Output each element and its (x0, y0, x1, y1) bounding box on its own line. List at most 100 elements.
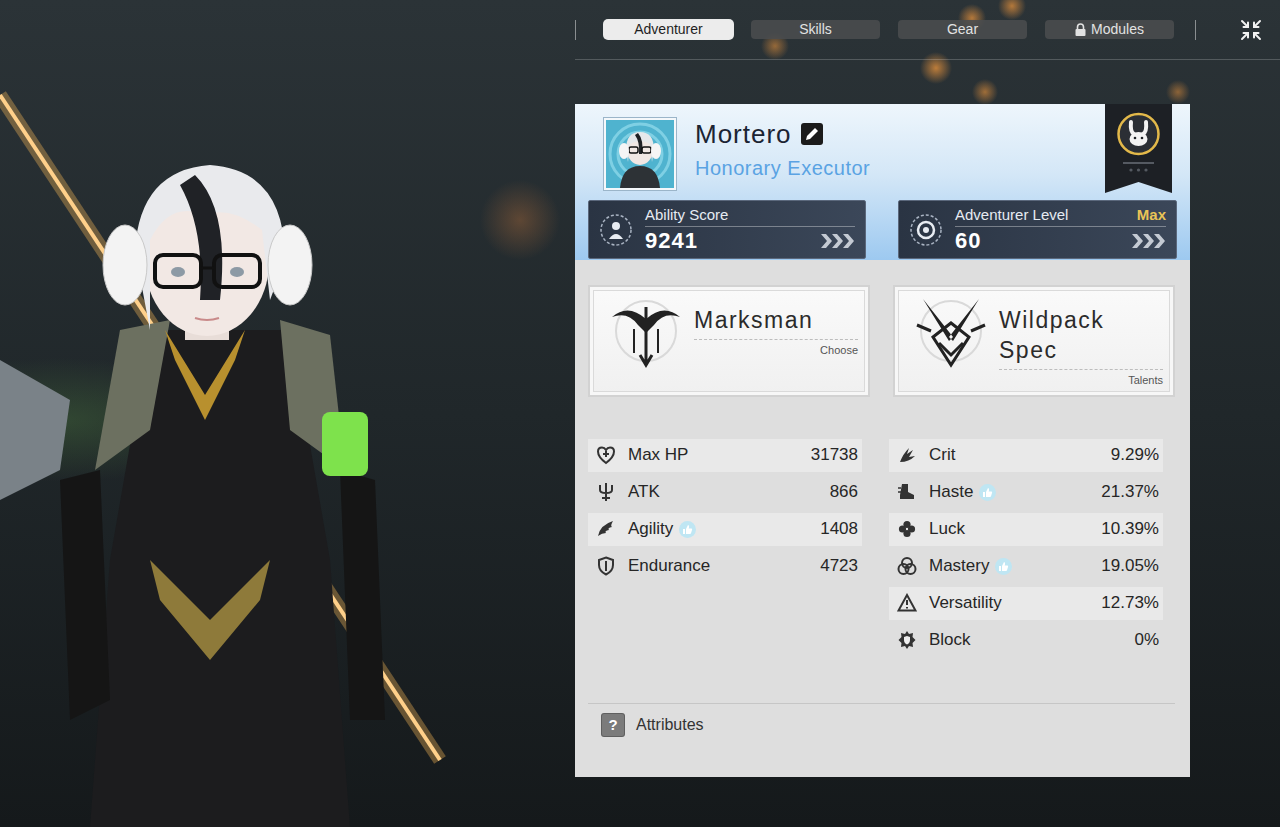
tab-label: Skills (799, 21, 832, 38)
shield-icon (596, 556, 616, 576)
class-card[interactable]: Marksman Choose (588, 285, 870, 397)
separator (1195, 20, 1196, 40)
stat-icon (596, 519, 616, 539)
stat-icon (596, 556, 616, 576)
tab[interactable]: Skills (751, 20, 880, 39)
stats-column: Max HP 31738 ATK 866 Agility 1408 Endurance 472… (588, 439, 862, 661)
recommended-icon (995, 558, 1012, 575)
tab-bar: Adventurer Skills Gear Modules (604, 20, 1174, 39)
stat-icon (897, 556, 917, 576)
stat-label: Haste (929, 479, 973, 505)
collapse-icon (1240, 19, 1262, 41)
stat-label: Versatility (929, 590, 1002, 616)
stats-area: Max HP 31738 ATK 866 Agility 1408 Endurance 472… (588, 439, 1175, 661)
stat-label: ATK (628, 479, 660, 505)
stat-value: 866 (830, 479, 858, 505)
character-figure-icon (0, 0, 575, 827)
stat-label: Block (929, 627, 971, 653)
attributes-label: Attributes (636, 714, 704, 736)
help-icon: ? (602, 714, 624, 736)
stat-value: 31738 (811, 442, 858, 468)
rank-banner[interactable] (1105, 104, 1172, 193)
stat-row: Versatility12.73% (889, 587, 1163, 620)
player-name: Mortero (695, 118, 792, 150)
stat-row: Crit 9.29% (889, 439, 1163, 472)
stat-value: 10.39% (1101, 516, 1159, 542)
class-text: Marksman Choose (694, 293, 858, 389)
stat-label: Max HP (628, 442, 688, 468)
stat-row: ATK 866 (588, 476, 862, 509)
rename-button[interactable] (800, 122, 824, 146)
recommended-mark (979, 484, 996, 501)
stat-icon (897, 482, 917, 502)
class-name: Wildpack Spec (999, 305, 1163, 365)
stat-icon (897, 445, 917, 465)
stats-column: Crit 9.29% Haste21.37% Luck 10.39% Mastery 19.… (889, 439, 1163, 661)
stat-value: 1408 (820, 516, 858, 542)
trident-icon (596, 482, 616, 502)
stat-value: 9.29% (1111, 442, 1159, 468)
adventurer-panel: Mortero Honorary Executor (575, 104, 1190, 777)
tab[interactable]: Adventurer (604, 20, 733, 39)
attributes-link[interactable]: ? Attributes (588, 703, 1175, 777)
chevrons-icon (821, 234, 855, 248)
bow-emblem-icon (598, 293, 694, 369)
tab[interactable]: Gear (898, 20, 1027, 39)
class-row: Marksman Choose Wildpack Spec Talents (588, 285, 1175, 397)
stat-label: Agility (628, 516, 673, 542)
stat-label: Crit (929, 442, 955, 468)
recommended-icon (979, 484, 996, 501)
level-box[interactable]: Adventurer Level Max 60 (898, 200, 1177, 259)
class-name: Marksman (694, 305, 858, 335)
stat-row: Block 0% (889, 624, 1163, 657)
wing-icon (596, 519, 616, 539)
stat-label: Luck (929, 516, 965, 542)
boot-icon (897, 482, 917, 502)
recommended-mark (995, 558, 1012, 575)
stat-row: Agility 1408 (588, 513, 862, 546)
stat-value: 19.05% (1101, 553, 1159, 579)
class-emblem (903, 293, 999, 369)
stat-value: 0% (1134, 627, 1159, 653)
ability-score-label: Ability Score (645, 205, 855, 227)
recommended-icon (679, 521, 696, 538)
recommended-mark (679, 521, 696, 538)
claw-icon (897, 445, 917, 465)
stat-label: Mastery (929, 553, 989, 579)
portrait-icon (606, 120, 674, 188)
ability-emblem-icon (599, 213, 633, 247)
lock-slot (1075, 23, 1086, 36)
stat-row: Haste21.37% (889, 476, 1163, 509)
stat-label: Endurance (628, 553, 710, 579)
stat-value: 4723 (820, 553, 858, 579)
tab-label: Adventurer (634, 21, 702, 38)
stat-icon (897, 630, 917, 650)
shield-burst-icon (897, 630, 917, 650)
crossed-blades-emblem-icon (903, 293, 999, 369)
rabbit-emblem-icon (1105, 104, 1172, 193)
stat-icon (596, 445, 616, 465)
stat-icon (897, 593, 917, 613)
class-text: Wildpack Spec Talents (999, 293, 1163, 389)
character-view (0, 0, 575, 827)
class-action[interactable]: Choose (694, 339, 858, 359)
edit-icon (800, 122, 824, 146)
class-emblem (598, 293, 694, 369)
class-action[interactable]: Talents (999, 369, 1163, 389)
close-button[interactable] (1238, 17, 1264, 43)
avatar[interactable] (604, 118, 676, 190)
level-label: Adventurer Level (955, 205, 1068, 225)
chevrons-icon (1132, 234, 1166, 248)
stat-icon (596, 482, 616, 502)
ability-score-box[interactable]: Ability Score 9241 (588, 200, 866, 259)
stat-row: Endurance 4723 (588, 550, 862, 583)
top-bar: Adventurer Skills Gear Modules (575, 0, 1280, 60)
stat-row: Luck 10.39% (889, 513, 1163, 546)
lock-icon (1075, 23, 1086, 36)
level-value: 60 (955, 227, 981, 254)
stat-row: Max HP 31738 (588, 439, 862, 472)
class-card[interactable]: Wildpack Spec Talents (893, 285, 1175, 397)
ability-score-value: 9241 (645, 227, 698, 254)
rings-icon (897, 556, 917, 576)
tab[interactable]: Modules (1045, 20, 1174, 39)
